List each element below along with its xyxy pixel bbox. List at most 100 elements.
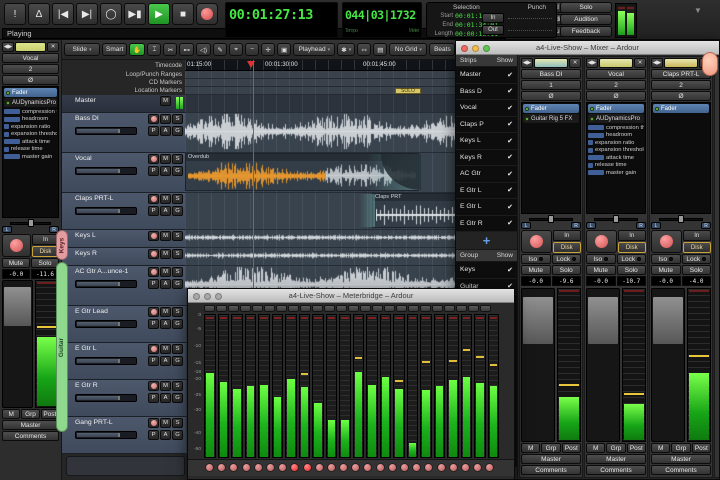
group-button[interactable]: G bbox=[172, 126, 183, 136]
track-mute-button[interactable]: M bbox=[160, 307, 171, 317]
processor-led-icon[interactable] bbox=[6, 91, 10, 95]
processor-fader[interactable]: Fader bbox=[4, 88, 57, 97]
track-mute-button[interactable]: M bbox=[160, 114, 171, 124]
window-buttons-icon[interactable] bbox=[461, 45, 490, 52]
bridge-rec-button[interactable] bbox=[315, 463, 324, 472]
bridge-rec-button[interactable] bbox=[327, 463, 336, 472]
visible-checkmark-icon[interactable]: ✔ bbox=[507, 71, 513, 79]
play-button[interactable]: ▶ bbox=[148, 3, 170, 25]
group-button[interactable]: G bbox=[172, 166, 183, 176]
strip-name-button[interactable]: Bass DI bbox=[521, 69, 581, 79]
strip-name-button[interactable]: Vocal bbox=[586, 69, 646, 79]
meter-name-button[interactable] bbox=[456, 305, 467, 312]
visible-checkmark-icon[interactable]: ✔ bbox=[507, 120, 513, 128]
plugin-control[interactable]: expansion ratio bbox=[588, 139, 644, 147]
canvas-row-claps-prt-l[interactable]: Claps PRT bbox=[185, 193, 458, 230]
processor-led-icon[interactable] bbox=[525, 107, 529, 111]
track-rec-button[interactable] bbox=[148, 114, 159, 124]
control-slider-icon[interactable] bbox=[4, 139, 20, 144]
track-name[interactable]: Keys R bbox=[75, 250, 97, 257]
processor-led-icon[interactable] bbox=[655, 107, 659, 111]
processor-led-icon[interactable] bbox=[525, 117, 529, 121]
meter-name-button[interactable] bbox=[276, 305, 287, 312]
strip-narrow-button[interactable]: ◀▶ bbox=[651, 58, 663, 68]
gain-display[interactable]: -0.0 bbox=[521, 276, 551, 286]
track-gain-slider[interactable] bbox=[75, 431, 137, 439]
track-rec-button[interactable] bbox=[148, 194, 159, 204]
mute-button[interactable]: Mute bbox=[651, 265, 681, 275]
visible-checkmark-icon[interactable]: ✔ bbox=[507, 137, 513, 145]
strip-list-item[interactable]: Claps P✔ bbox=[456, 117, 517, 134]
monitor-disk-button[interactable]: Disk bbox=[553, 242, 582, 253]
plugin-control[interactable]: release time bbox=[4, 146, 57, 154]
bridge-rec-button[interactable] bbox=[424, 463, 433, 472]
meter-name-button[interactable] bbox=[264, 305, 275, 312]
peak-display[interactable]: -4.0 bbox=[682, 276, 712, 286]
track-name[interactable]: E Gtr Lead bbox=[75, 308, 108, 315]
solo-button[interactable]: Solo bbox=[552, 265, 582, 275]
output-button[interactable]: Master bbox=[2, 420, 59, 430]
group-button[interactable]: G bbox=[172, 393, 183, 403]
go-to-start-button[interactable]: |◀ bbox=[52, 3, 74, 25]
strip-phase-button[interactable]: Ø bbox=[586, 91, 646, 101]
meter-name-button[interactable] bbox=[372, 305, 383, 312]
bridge-rec-button[interactable] bbox=[290, 463, 299, 472]
solo-button[interactable]: Solo bbox=[31, 258, 59, 268]
processor-audynamicspro[interactable]: AUDynamicsPro bbox=[588, 114, 644, 123]
solo-lock-button[interactable]: Lock bbox=[552, 254, 582, 264]
pan-right-button[interactable]: R bbox=[636, 222, 646, 229]
track-name[interactable]: Claps PRT-L bbox=[75, 195, 113, 202]
processor-box[interactable]: FaderGuitar Rig 5 FX bbox=[521, 102, 581, 214]
region-claps[interactable]: Claps PRT bbox=[372, 193, 458, 228]
automation-button[interactable]: A bbox=[160, 126, 171, 136]
metering-point-button[interactable]: M bbox=[521, 443, 540, 453]
plugin-control[interactable]: expansion threshold bbox=[588, 147, 644, 155]
meter-name-button[interactable] bbox=[228, 305, 239, 312]
meter-name-button[interactable] bbox=[360, 305, 371, 312]
canvas-row-keys-r[interactable] bbox=[185, 248, 458, 266]
record-button[interactable] bbox=[196, 3, 218, 25]
monitor-input-button[interactable]: In bbox=[683, 230, 712, 241]
peak-display[interactable]: -10.7 bbox=[617, 276, 647, 286]
group-button[interactable]: G bbox=[172, 356, 183, 366]
meter-name-button[interactable] bbox=[252, 305, 263, 312]
track-solo-button[interactable]: S bbox=[172, 307, 183, 317]
bbt-clock[interactable]: 044|03|1732 Tempo Meter bbox=[342, 2, 422, 38]
bridge-rec-button[interactable] bbox=[278, 463, 287, 472]
processor-fader[interactable]: Fader bbox=[523, 104, 579, 113]
gain-display[interactable]: -0.0 bbox=[586, 276, 616, 286]
record-arm-button[interactable] bbox=[2, 234, 31, 257]
gain-fader[interactable] bbox=[586, 288, 620, 442]
record-arm-button[interactable] bbox=[651, 230, 682, 253]
visible-checkmark-icon[interactable]: ✔ bbox=[507, 104, 513, 112]
bridge-rec-button[interactable] bbox=[412, 463, 421, 472]
bridge-rec-button[interactable] bbox=[339, 463, 348, 472]
location-markers-ruler[interactable]: SOLO bbox=[185, 87, 458, 95]
pan-left-button[interactable]: L bbox=[521, 222, 531, 229]
plugin-control[interactable]: master gain bbox=[588, 169, 644, 177]
add-strip-button[interactable]: + bbox=[456, 232, 517, 250]
nudge-button[interactable]: ⇿ bbox=[357, 43, 371, 56]
output-button[interactable]: Master bbox=[586, 454, 646, 464]
monitor-input-button[interactable]: In bbox=[32, 234, 59, 245]
automation-button[interactable]: A bbox=[160, 430, 171, 440]
post-button[interactable]: Post bbox=[692, 443, 711, 453]
strip-list-item[interactable]: Keys R✔ bbox=[456, 150, 517, 167]
track-name[interactable]: E Gtr L bbox=[75, 345, 97, 352]
editor-summary[interactable] bbox=[66, 456, 185, 476]
playlist-button[interactable]: P bbox=[148, 319, 159, 329]
toolbar-dropdown-icon[interactable]: ▼ bbox=[694, 6, 702, 15]
internal-edit-tool[interactable]: ⌖ bbox=[229, 43, 243, 56]
track-header-claps-prt-l[interactable]: Claps PRT-LMSPAG bbox=[62, 193, 185, 230]
metering-point-button[interactable]: M bbox=[586, 443, 605, 453]
track-gain-slider[interactable] bbox=[75, 394, 137, 402]
strip-list-item[interactable]: E Gtr R✔ bbox=[456, 216, 517, 233]
solo-lock-button[interactable]: Lock bbox=[617, 254, 647, 264]
control-slider-icon[interactable] bbox=[588, 170, 604, 175]
zoom-fit-button[interactable]: ▣ bbox=[277, 43, 291, 56]
playlist-button[interactable]: P bbox=[148, 430, 159, 440]
track-rec-button[interactable] bbox=[148, 231, 159, 241]
monitor-disk-button[interactable]: Disk bbox=[32, 246, 59, 257]
bridge-rec-button[interactable] bbox=[388, 463, 397, 472]
mute-button[interactable]: Mute bbox=[2, 258, 30, 268]
